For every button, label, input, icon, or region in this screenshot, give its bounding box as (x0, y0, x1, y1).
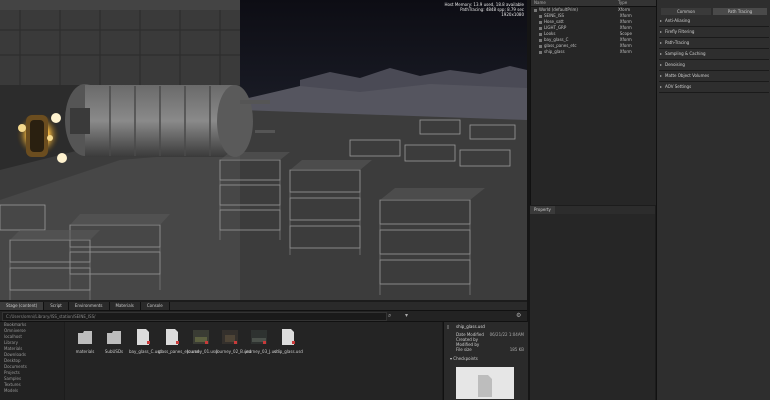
path-bar: C:/Users/omni/Library/ISS_station/SEINE_… (0, 311, 527, 322)
detail-row: File size 185 KB (456, 347, 524, 352)
prim-icon (539, 32, 542, 36)
viewport[interactable]: Host Memory: 13.9 used, 18.8 available P… (0, 0, 527, 300)
path-input[interactable]: C:/Users/omni/Library/ISS_station/SEINE_… (2, 312, 387, 321)
viewport-stats-overlay: Host Memory: 13.9 used, 18.8 available P… (444, 2, 524, 17)
prim-icon (539, 26, 542, 30)
filter-icon[interactable]: ▾ (405, 312, 408, 319)
section-sampling-caching[interactable]: ▸ Sampling & Caching (659, 49, 769, 60)
tab-script[interactable]: Script (44, 302, 69, 310)
prim-icon (539, 50, 542, 54)
prim-icon (539, 14, 542, 18)
prim-icon (539, 38, 542, 42)
section-firefly-filtering[interactable]: ▸ Firefly Filtering (659, 27, 769, 38)
tab-materials[interactable]: Materials (110, 302, 141, 310)
collapse-arrow-icon: ▸ (660, 29, 663, 34)
search-icon[interactable]: ⌕ (388, 312, 391, 320)
file-browser-grid: materials SubUSDs bay_glass_C.usd glass_… (65, 322, 442, 400)
stage-header: Name Type (531, 0, 656, 7)
details-filename: ship_glass.usd (456, 324, 485, 329)
tab-property[interactable]: Property (530, 206, 555, 214)
folder-icon (107, 331, 121, 344)
section-denoising[interactable]: ▸ Denoising (659, 60, 769, 71)
section-aov-settings[interactable]: ▸ AOV Settings (659, 82, 769, 93)
collapse-arrow-icon: ▸ (660, 73, 663, 78)
hud-resolution: 1920x1080 (501, 12, 524, 17)
collapse-arrow-icon: ▸ (660, 40, 663, 45)
tab-common[interactable]: Common (661, 8, 711, 15)
stage-row[interactable]: ship_glass Xform (531, 49, 656, 55)
tab-path-tracing[interactable]: Path Tracing (713, 8, 767, 15)
section-anti-aliasing[interactable]: ▸ Anti-Aliasing (659, 16, 769, 27)
collapse-arrow-icon: ▸ (660, 51, 663, 56)
section-matte-object-volumes[interactable]: ▸ Matte Object Volumes (659, 71, 769, 82)
collapse-arrow-icon: ▸ (660, 84, 663, 89)
usd-file-icon (137, 329, 150, 345)
details-header: ▯ ship_glass.usd (444, 322, 528, 332)
bottom-tab-bar: Stage (content) Script Environments Materia… (0, 302, 527, 311)
prim-icon (539, 20, 542, 24)
folder-item[interactable]: materials (71, 328, 99, 354)
collapse-arrow-icon: ▸ (660, 62, 663, 67)
folder-icon (78, 331, 92, 344)
collapse-arrow-icon: ▸ (660, 18, 663, 23)
file-item[interactable]: bay_glass_C.usd (129, 328, 162, 354)
file-icon: ▯ (447, 324, 450, 329)
section-path-tracing[interactable]: ▸ Path-Tracing (659, 38, 769, 49)
prim-icon (534, 8, 537, 12)
file-item[interactable]: journey_02_B.usd (216, 328, 251, 354)
tab-environments[interactable]: Environments (69, 302, 110, 310)
prim-icon (539, 44, 542, 48)
tree-item[interactable]: Models (0, 388, 64, 394)
folder-tree: Bookmarks Omniverse localhost Library Ma… (0, 322, 64, 400)
document-preview-icon (478, 375, 492, 397)
file-item[interactable]: journey_03_J.usd (245, 328, 279, 354)
scene-thumbnail-icon (251, 330, 267, 344)
usd-file-icon (166, 329, 179, 345)
file-preview (456, 367, 514, 399)
tab-content[interactable]: Stage (content) (0, 302, 45, 310)
scene-thumbnail-icon (222, 330, 238, 344)
file-details-panel: ▯ ship_glass.usd Date Modified 06/21/22 1… (443, 322, 528, 400)
usd-file-icon (282, 329, 295, 345)
settings-icon[interactable]: ⚙ (516, 312, 521, 319)
file-item[interactable]: ship_glass.usd (274, 328, 303, 354)
file-item[interactable]: journey_01.usd (187, 328, 218, 354)
viewport-render (0, 0, 527, 300)
stage-panel: Name Type World (defaultPrim) Xform SEINE… (530, 0, 656, 205)
property-panel (530, 214, 655, 400)
stage-col-type[interactable]: Type (608, 0, 656, 6)
tab-console[interactable]: Console (141, 302, 170, 310)
folder-item[interactable]: SubUSDs (100, 328, 128, 354)
settings-tab-row: Common Path Tracing (657, 0, 770, 16)
scene-thumbnail-icon (193, 330, 209, 344)
stage-col-name[interactable]: Name (531, 0, 608, 6)
checkpoints-toggle[interactable]: ▾ Checkpoints (444, 355, 528, 362)
file-item[interactable]: glass_panes_etc.usd (158, 328, 199, 354)
render-settings-panel: Common Path Tracing ▸ Anti-Aliasing ▸ Fire… (656, 0, 770, 400)
